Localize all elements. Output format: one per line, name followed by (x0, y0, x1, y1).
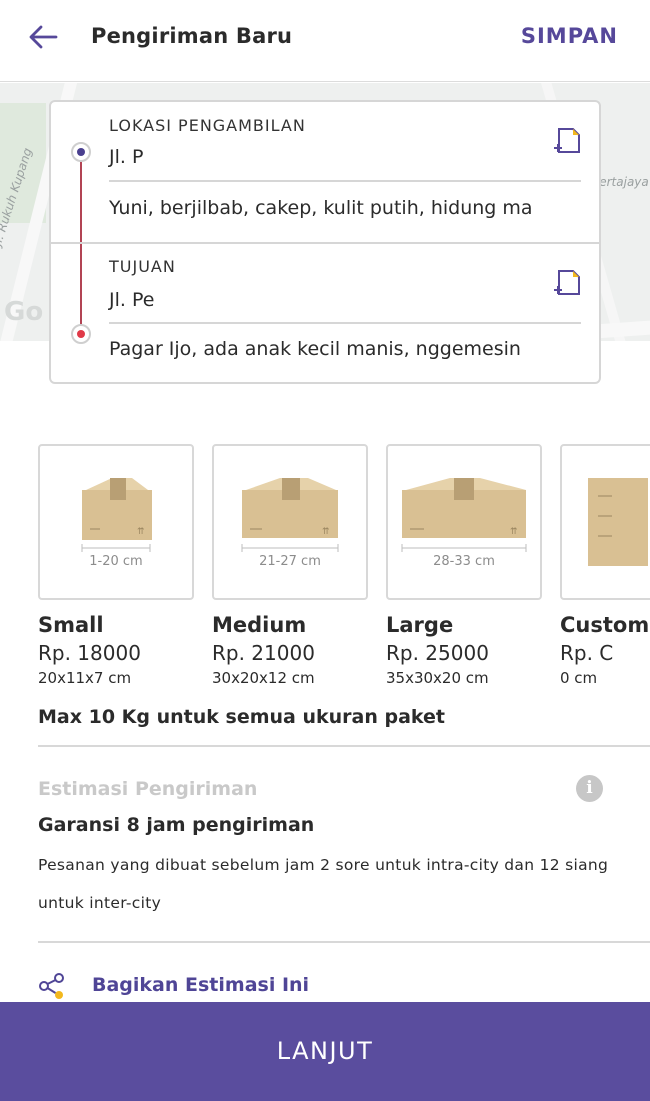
package-size-caption: 28-33 cm (433, 554, 495, 569)
package-dimensions: 35x30x20 cm (386, 669, 489, 687)
pickup-edit-icon[interactable] (553, 126, 583, 156)
package-dimensions: 0 cm (560, 669, 598, 687)
destination-label: TUJUAN (109, 257, 176, 276)
pickup-address[interactable]: Jl. P (109, 146, 143, 168)
box-custom-icon (588, 478, 648, 566)
pickup-pin-dot (77, 148, 85, 156)
estimation-description: Pesanan yang dibuat sebelum jam 2 sore u… (38, 856, 609, 912)
app-header: Pengiriman Baru SIMPAN (0, 0, 650, 82)
next-button[interactable]: LANJUT (0, 1002, 650, 1101)
field-divider (109, 322, 581, 324)
info-icon[interactable]: i (576, 775, 603, 802)
package-card[interactable]: ⇈ 1-20 cm (38, 444, 194, 600)
package-price: Rp. 25000 (386, 641, 489, 665)
box-large-icon: ⇈ (401, 478, 527, 552)
share-label: Bagikan Estimasi Ini (92, 974, 310, 996)
package-option-large[interactable]: ⇈ 28-33 cm Large Rp. 25000 35x30x20 cm (386, 444, 542, 687)
package-name: Medium (212, 613, 307, 637)
package-size-caption: 21-27 cm (259, 554, 321, 569)
package-option-custom[interactable]: Custom Rp. C 0 cm (560, 444, 650, 687)
destination-note[interactable]: Pagar Ijo, ada anak kecil manis, nggemes… (109, 338, 585, 360)
destination-edit-icon[interactable] (553, 268, 583, 298)
package-selector: ⇈ 1-20 cm Small Rp. 18000 20x11x7 cm ⇈ 2… (38, 444, 650, 694)
svg-text:⇈: ⇈ (137, 527, 145, 537)
package-name: Small (38, 613, 104, 637)
package-card[interactable]: ⇈ 21-27 cm (212, 444, 368, 600)
address-card: LOKASI PENGAMBILAN Jl. P Yuni, berjilbab… (49, 100, 601, 384)
estimation-title: Estimasi Pengiriman (38, 778, 258, 800)
divider (38, 941, 650, 943)
destination-pin-dot (77, 330, 85, 338)
package-price: Rp. 21000 (212, 641, 315, 665)
box-medium-icon: ⇈ (241, 478, 339, 552)
map-logo: Go (4, 297, 44, 327)
destination-address[interactable]: Jl. Pe (109, 289, 154, 311)
package-name: Custom (560, 613, 650, 637)
arrow-left-icon (29, 25, 58, 49)
package-option-medium[interactable]: ⇈ 21-27 cm Medium Rp. 21000 30x20x12 cm (212, 444, 368, 687)
divider (38, 745, 650, 747)
pickup-note[interactable]: Yuni, berjilbab, cakep, kulit putih, hid… (109, 197, 585, 219)
package-name: Large (386, 613, 454, 637)
save-button[interactable]: SIMPAN (521, 24, 618, 48)
share-icon (39, 973, 64, 999)
package-dimensions: 30x20x12 cm (212, 669, 315, 687)
package-price: Rp. 18000 (38, 641, 141, 665)
page-title: Pengiriman Baru (91, 24, 293, 48)
package-card[interactable] (560, 444, 650, 600)
package-card[interactable]: ⇈ 28-33 cm (386, 444, 542, 600)
box-small-icon: ⇈ (81, 478, 152, 552)
max-weight-note: Max 10 Kg untuk semua ukuran paket (38, 706, 445, 728)
destination-pin-icon (71, 324, 91, 344)
package-dimensions: 20x11x7 cm (38, 669, 132, 687)
package-option-small[interactable]: ⇈ 1-20 cm Small Rp. 18000 20x11x7 cm (38, 444, 194, 687)
package-price: Rp. C (560, 641, 614, 665)
section-divider (51, 242, 599, 244)
pickup-label: LOKASI PENGAMBILAN (109, 116, 306, 135)
route-line (80, 154, 82, 336)
back-button[interactable] (26, 20, 66, 54)
svg-text:⇈: ⇈ (322, 527, 330, 537)
delivery-guarantee: Garansi 8 jam pengiriman (38, 814, 315, 836)
package-size-caption: 1-20 cm (89, 554, 143, 569)
field-divider (109, 180, 581, 182)
svg-text:⇈: ⇈ (510, 527, 518, 537)
pickup-pin-icon (71, 142, 91, 162)
